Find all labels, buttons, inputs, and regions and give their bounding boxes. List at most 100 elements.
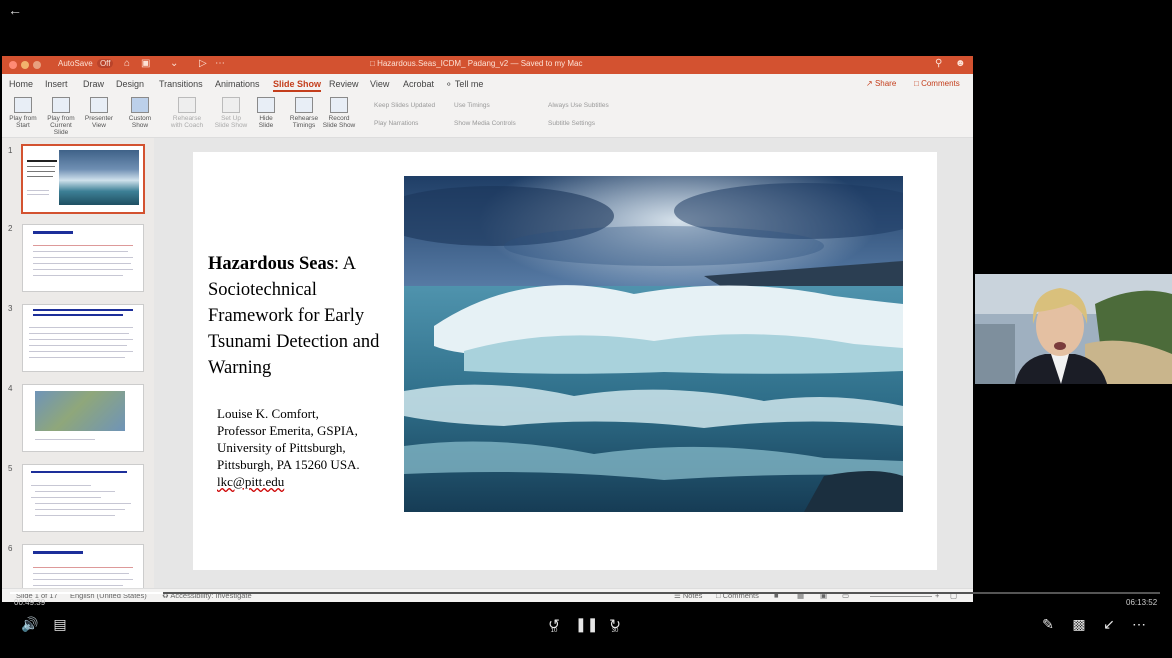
label: with Coach — [170, 122, 204, 129]
comments-label: Comments — [921, 79, 960, 88]
slide-number: 6 — [8, 544, 13, 553]
play-from-current-icon — [52, 97, 70, 113]
setup-icon — [222, 97, 240, 113]
subtitle-settings-dropdown[interactable]: Subtitle Settings — [548, 120, 595, 127]
home-icon[interactable]: ⌂ — [124, 58, 130, 69]
autosave-toggle[interactable]: AutoSave Off — [58, 59, 114, 68]
comments-button[interactable]: □ Comments — [914, 79, 960, 88]
slide-number: 3 — [8, 304, 13, 313]
comment-icon: □ — [914, 79, 922, 88]
close-window-icon[interactable] — [9, 61, 17, 69]
always-use-subtitles-option[interactable]: Always Use Subtitles — [548, 102, 609, 109]
tab-transitions[interactable]: Transitions — [159, 79, 203, 89]
play-narrations-option[interactable]: Play Narrations — [374, 120, 418, 127]
label: Hide — [259, 115, 273, 122]
rehearse-with-coach-button[interactable]: Rehearse with Coach — [170, 97, 204, 129]
share-label: Share — [874, 79, 897, 88]
show-media-controls-option[interactable]: Show Media Controls — [454, 120, 516, 127]
author-address: Pittsburgh, PA 15260 USA. — [217, 457, 360, 472]
tell-me-search[interactable]: ⚬ Tell me — [445, 79, 483, 90]
status-bar: Slide 1 of 17 English (United States) ♻ … — [2, 588, 973, 602]
more-options-icon[interactable]: ⋯ — [1129, 614, 1149, 634]
maximize-window-icon[interactable] — [33, 61, 41, 69]
tab-view[interactable]: View — [370, 79, 389, 89]
video-progress-fill — [10, 592, 163, 594]
label: Rehearse — [289, 115, 319, 122]
custom-show-button[interactable]: Custom Show — [123, 97, 157, 129]
record-slide-show-button[interactable]: Record Slide Show — [322, 97, 356, 129]
tab-review[interactable]: Review — [329, 79, 359, 89]
label: Start — [16, 122, 30, 129]
set-up-slide-show-button[interactable]: Set Up Slide Show — [214, 97, 248, 129]
skip-back-button[interactable]: ↺ 10 — [544, 614, 564, 634]
timer-icon — [295, 97, 313, 113]
chevron-down-icon[interactable]: ⌄ — [170, 58, 178, 69]
play-icon[interactable]: ▷ — [199, 58, 207, 69]
presenter-webcam-video — [975, 274, 1172, 384]
label: Presenter — [84, 115, 114, 122]
slide-number: 2 — [8, 224, 13, 233]
slide-thumbnail-6[interactable] — [22, 544, 144, 588]
label: Show — [131, 122, 149, 129]
slide-number: 1 — [8, 146, 13, 155]
play-from-start-button[interactable]: Play from Start — [6, 97, 40, 129]
share-button[interactable]: ↗ Share — [866, 79, 896, 88]
skip-forward-button[interactable]: ↻ 30 — [605, 614, 625, 634]
label: View — [92, 122, 106, 129]
tab-design[interactable]: Design — [116, 79, 144, 89]
current-slide[interactable]: Hazardous Seas: A Sociotechnical Framewo… — [193, 152, 937, 570]
use-timings-option[interactable]: Use Timings — [454, 102, 490, 109]
pause-icon[interactable]: ❚❚ — [575, 614, 598, 634]
pen-icon[interactable]: ✎ — [1038, 614, 1058, 634]
label: Custom — [128, 115, 152, 122]
video-progress-bar[interactable] — [10, 592, 1160, 594]
slide-show-ribbon: Play from Start Play from Current Slide Pr… — [2, 93, 973, 138]
tab-home[interactable]: Home — [9, 79, 33, 89]
picture-in-picture-icon[interactable]: ▩ — [1069, 614, 1089, 634]
powerpoint-window: AutoSave Off ⌂ ▣ ⌄ ▷ ⋯ □ Hazardous.Seas_… — [2, 56, 973, 602]
skip-back-label: 10 — [550, 628, 558, 634]
hide-slide-button[interactable]: Hide Slide — [249, 97, 283, 129]
label: Record — [328, 115, 350, 122]
more-icon[interactable]: ⋯ — [215, 58, 225, 69]
tab-animations[interactable]: Animations — [215, 79, 260, 89]
author-name: Louise K. Comfort, — [217, 406, 319, 421]
slide-thumbnail-3[interactable] — [22, 304, 144, 372]
slide-thumbnail-4[interactable] — [22, 384, 144, 452]
label: Slide Show — [214, 122, 248, 129]
play-from-current-button[interactable]: Play from Current Slide — [44, 97, 78, 136]
slide-title[interactable]: Hazardous Seas: A Sociotechnical Framewo… — [208, 251, 398, 381]
tab-insert[interactable]: Insert — [45, 79, 68, 89]
slide-thumbnail-5[interactable] — [22, 464, 144, 532]
presenter-view-button[interactable]: Presenter View — [82, 97, 116, 129]
zoom-slider[interactable] — [870, 596, 932, 597]
slide-number: 4 — [8, 384, 13, 393]
back-arrow-icon[interactable]: ← — [8, 2, 24, 18]
ocean-waves-photo[interactable] — [404, 176, 903, 512]
slide-thumbnail-1[interactable] — [21, 144, 145, 214]
slide-number: 5 — [8, 464, 13, 473]
rehearse-timings-button[interactable]: Rehearse Timings — [287, 97, 321, 129]
slide-thumbnail-2[interactable] — [22, 224, 144, 292]
presenter-view-icon — [90, 97, 108, 113]
tab-draw[interactable]: Draw — [83, 79, 104, 89]
keep-slides-updated-option[interactable]: Keep Slides Updated — [374, 102, 435, 109]
label: Slide Show — [322, 122, 356, 129]
search-icon[interactable]: ⚲ — [935, 58, 942, 69]
tab-acrobat[interactable]: Acrobat — [403, 79, 434, 89]
document-icon: □ — [370, 59, 378, 68]
captions-icon[interactable]: ▤ — [50, 614, 70, 634]
current-time: 00:49:39 — [14, 598, 46, 607]
minimize-window-icon[interactable] — [21, 61, 29, 69]
exit-fullscreen-icon[interactable]: ↙ — [1099, 614, 1119, 634]
record-icon — [330, 97, 348, 113]
tell-me-label: Tell me — [454, 79, 484, 89]
share-person-icon[interactable]: ☻ — [955, 58, 966, 69]
tab-slide-show[interactable]: Slide Show — [273, 79, 322, 92]
slide-author-block[interactable]: Louise K. Comfort, Professor Emerita, GS… — [217, 405, 397, 490]
volume-icon[interactable]: 🔊 — [20, 614, 40, 634]
document-title-text: Hazardous.Seas_ICDM_ Padang_v2 — Saved t… — [377, 59, 583, 68]
save-icon[interactable]: ▣ — [141, 58, 150, 69]
total-time: 06:13:52 — [1126, 598, 1158, 607]
slide-title-bold: Hazardous Seas — [208, 254, 334, 274]
